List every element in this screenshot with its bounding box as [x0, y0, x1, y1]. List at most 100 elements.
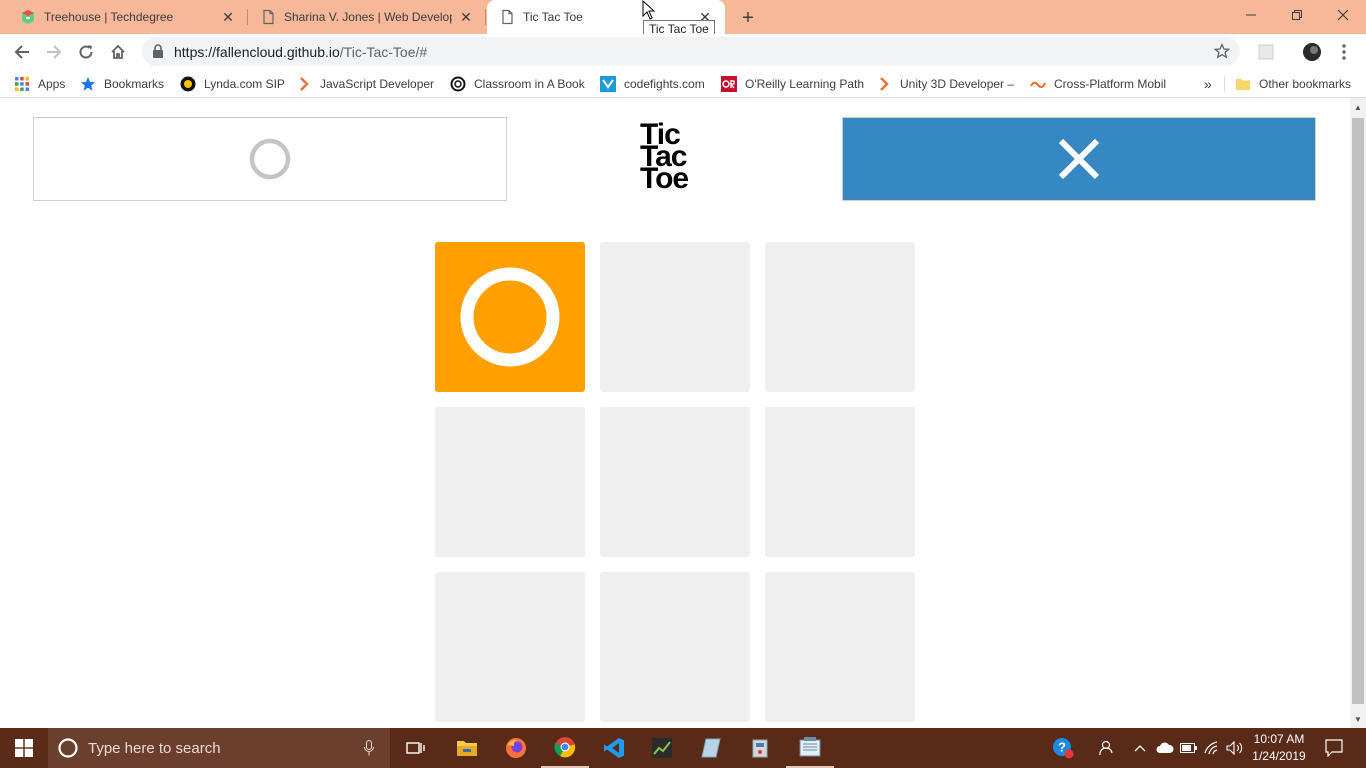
- start-button[interactable]: [0, 728, 48, 768]
- show-hidden-icons-button[interactable]: [1130, 728, 1150, 768]
- firefox-button[interactable]: [492, 728, 540, 768]
- board-box-8[interactable]: [600, 572, 750, 722]
- treehouse-chevron-icon: [300, 77, 309, 91]
- notifications-button[interactable]: [1318, 728, 1350, 768]
- cloud-icon: [1156, 742, 1174, 753]
- menu-button[interactable]: [1330, 38, 1358, 66]
- arrow-right-icon: [47, 45, 62, 59]
- bookmark-classroom[interactable]: Classroom in A Book: [450, 75, 585, 93]
- tab-label: Treehouse | Techdegree: [44, 10, 174, 24]
- page-scrollbar[interactable]: ▲ ▼: [1350, 98, 1366, 728]
- taskbar-search[interactable]: Type here to search: [48, 728, 390, 768]
- bookmark-oreilly[interactable]: O'Reilly Learning Path: [721, 75, 864, 93]
- page-icon: [499, 9, 515, 25]
- search-placeholder: Type here to search: [88, 739, 221, 757]
- chrome-button[interactable]: [541, 728, 589, 768]
- onedrive-tray-button[interactable]: [1154, 728, 1176, 768]
- more-vertical-icon: [1342, 44, 1346, 60]
- bookmark-cross-platform[interactable]: Cross-Platform Mobil: [1030, 75, 1166, 93]
- o-symbol-icon: [460, 267, 560, 367]
- treehouse-icon: [20, 9, 36, 25]
- tab-label: Sharina V. Jones | Web Developer: [284, 10, 452, 24]
- clock-time: 10:07 AM: [1253, 732, 1305, 746]
- chart-app-icon: [652, 738, 672, 758]
- home-button[interactable]: [104, 38, 132, 66]
- app-button-notes[interactable]: [687, 728, 735, 768]
- game-title: Tic Tac Toe: [640, 118, 689, 195]
- board-box-4[interactable]: [435, 407, 585, 557]
- app-button-green[interactable]: [638, 728, 686, 768]
- clock-date: 1/24/2019: [1252, 749, 1306, 763]
- treehouse-chevron-icon: [880, 77, 889, 91]
- help-icon: ?: [1053, 738, 1074, 759]
- bookmark-apps[interactable]: Apps: [14, 75, 65, 93]
- documents-app-icon: [799, 737, 821, 757]
- profile-button[interactable]: [1298, 38, 1326, 66]
- people-tray-button[interactable]: [1094, 728, 1116, 768]
- tab-portfolio[interactable]: Sharina V. Jones | Web Developer ✕: [248, 0, 486, 34]
- windows-logo-icon: [15, 739, 33, 757]
- board-box-2[interactable]: [600, 242, 750, 392]
- restore-button[interactable]: [1274, 0, 1320, 30]
- board-box-6[interactable]: [765, 407, 915, 557]
- scroll-down-icon[interactable]: ▼: [1353, 714, 1363, 724]
- volume-tray-button[interactable]: [1224, 728, 1246, 768]
- reload-icon: [79, 45, 93, 59]
- board-box-7[interactable]: [435, 572, 585, 722]
- bookmark-codefights[interactable]: codefights.com: [600, 75, 705, 93]
- board-box-3[interactable]: [765, 242, 915, 392]
- new-tab-button[interactable]: +: [736, 6, 760, 30]
- board-box-5[interactable]: [600, 407, 750, 557]
- scrollbar-thumb[interactable]: [1352, 118, 1364, 704]
- cross-platform-icon: [1030, 81, 1046, 89]
- close-window-button[interactable]: [1320, 0, 1366, 30]
- avatar-icon: [1303, 43, 1321, 61]
- close-tab-icon[interactable]: ✕: [458, 9, 474, 25]
- mouse-cursor-icon: [642, 0, 656, 20]
- lynda-icon: [180, 76, 196, 92]
- chrome-icon: [554, 737, 576, 758]
- people-icon: [1099, 740, 1113, 756]
- windows-taskbar: Type here to search ? 10:07 AM 1/24/2019: [0, 728, 1366, 768]
- url-text: https://fallencloud.github.io/Tic-Tac-To…: [174, 44, 428, 60]
- board-box-9[interactable]: [765, 572, 915, 722]
- bookmark-other[interactable]: Other bookmarks: [1235, 75, 1351, 93]
- task-view-icon: [406, 742, 425, 754]
- bookmark-unity[interactable]: Unity 3D Developer –: [876, 75, 1014, 93]
- extension-button[interactable]: [1252, 38, 1280, 66]
- task-view-button[interactable]: [392, 728, 440, 768]
- board-box-1[interactable]: [435, 242, 585, 392]
- forward-button[interactable]: [40, 38, 68, 66]
- player2-indicator: [842, 117, 1316, 201]
- bookmark-star-icon[interactable]: [1214, 43, 1230, 59]
- minimize-button[interactable]: [1228, 0, 1274, 30]
- lock-icon: [153, 44, 163, 58]
- scroll-up-icon[interactable]: ▲: [1353, 102, 1363, 112]
- svg-text:?: ?: [1058, 740, 1066, 755]
- close-tab-icon[interactable]: ✕: [220, 9, 236, 25]
- vscode-button[interactable]: [590, 728, 638, 768]
- page-content: Tic Tac Toe: [0, 98, 1350, 728]
- classroom-icon: [450, 76, 466, 92]
- bookmark-bookmarks[interactable]: Bookmarks: [80, 75, 164, 93]
- back-button[interactable]: [8, 38, 36, 66]
- speaker-icon: [1226, 741, 1243, 755]
- address-bar[interactable]: https://fallencloud.github.io/Tic-Tac-To…: [142, 37, 1240, 66]
- page-icon: [260, 9, 276, 25]
- action-center-icon: [1325, 739, 1343, 757]
- bookmarks-overflow-button[interactable]: »: [1204, 75, 1212, 93]
- reload-button[interactable]: [72, 38, 100, 66]
- microphone-icon[interactable]: [364, 740, 374, 756]
- extension-icon: [1258, 44, 1274, 60]
- file-explorer-button[interactable]: [443, 728, 491, 768]
- taskbar-clock[interactable]: 10:07 AM 1/24/2019: [1248, 731, 1310, 765]
- bookmarks-bar: Apps Bookmarks Lynda.com SIP JavaScript …: [0, 70, 1366, 98]
- help-tray-button[interactable]: ?: [1050, 728, 1076, 768]
- app-button-docs[interactable]: [786, 728, 834, 768]
- bookmark-javascript-developer[interactable]: JavaScript Developer: [296, 75, 434, 93]
- tab-treehouse[interactable]: Treehouse | Techdegree ✕: [8, 0, 248, 34]
- battery-tray-button[interactable]: [1178, 728, 1200, 768]
- app-button-archive[interactable]: [736, 728, 784, 768]
- bookmark-lynda[interactable]: Lynda.com SIP: [180, 75, 285, 93]
- wifi-tray-button[interactable]: [1202, 728, 1224, 768]
